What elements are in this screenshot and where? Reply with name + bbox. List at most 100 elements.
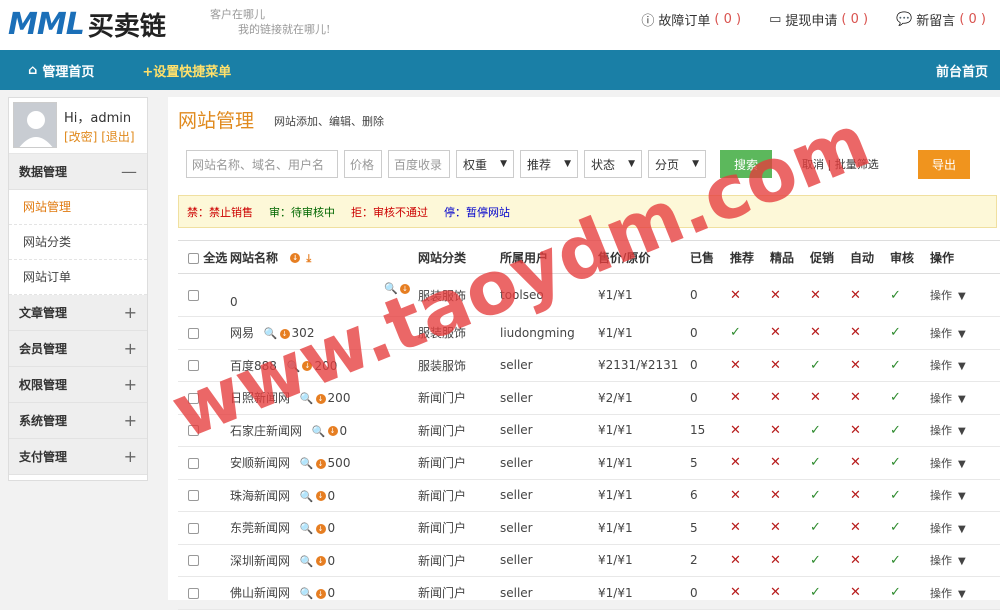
sidebar-item-site-manage[interactable]: 网站管理 — [9, 190, 147, 225]
row-select[interactable] — [178, 479, 230, 512]
promo-flag[interactable]: ✕ — [810, 381, 850, 415]
search-icon[interactable]: 🔍 — [384, 282, 398, 295]
auto-flag[interactable]: ✕ — [850, 544, 890, 577]
row-checkbox[interactable] — [188, 290, 199, 301]
promo-flag[interactable]: ✕ — [810, 316, 850, 350]
site-name[interactable]: 百度888 — [230, 359, 277, 373]
premium-flag[interactable]: ✕ — [770, 544, 810, 577]
review-flag[interactable]: ✓ — [890, 273, 930, 317]
row-select[interactable] — [178, 316, 230, 350]
download-icon[interactable]: ⤓ — [306, 252, 311, 265]
recommend-flag[interactable]: ✓ — [730, 316, 770, 350]
row-checkbox[interactable] — [188, 360, 199, 372]
search-icon[interactable]: 🔍 — [300, 457, 314, 470]
review-flag[interactable]: ✓ — [890, 479, 930, 512]
review-flag[interactable]: ✓ — [890, 446, 930, 480]
sidebar-item-site-orders[interactable]: 网站订单 — [9, 260, 147, 295]
promo-flag[interactable]: ✕ — [810, 273, 850, 317]
sidebar-group-system[interactable]: 系统管理 + — [9, 403, 147, 439]
site-name[interactable]: 东莞新闻网 — [230, 521, 290, 535]
export-button[interactable]: 导出 — [918, 150, 970, 179]
search-icon[interactable]: 🔍 — [312, 425, 326, 438]
review-flag[interactable]: ✓ — [890, 576, 930, 610]
sort-icon[interactable]: ↓ — [290, 253, 301, 263]
nav-home[interactable]: ⌂ 管理首页 — [28, 61, 94, 80]
recommend-select[interactable]: 推荐 ▼ — [520, 150, 578, 178]
premium-flag[interactable]: ✕ — [770, 349, 810, 382]
actions-dropdown[interactable]: 操作 ▼ — [930, 576, 1000, 610]
actions-dropdown[interactable]: 操作 ▼ — [930, 446, 1000, 480]
recommend-flag[interactable]: ✕ — [730, 414, 770, 447]
promo-flag[interactable]: ✓ — [810, 511, 850, 545]
recommend-flag[interactable]: ✕ — [730, 479, 770, 512]
row-checkbox[interactable] — [188, 555, 199, 567]
premium-flag[interactable]: ✕ — [770, 576, 810, 610]
select-all-checkbox[interactable] — [188, 252, 199, 264]
search-icon[interactable]: 🔍 — [300, 587, 314, 600]
row-checkbox[interactable] — [188, 457, 199, 469]
search-icon[interactable]: 🔍 — [264, 327, 278, 340]
sidebar-group-payment[interactable]: 支付管理 + — [9, 439, 147, 475]
premium-flag[interactable]: ✕ — [770, 414, 810, 447]
withdraw-requests-link[interactable]: ▭ 提现申请 ( 0 ) — [769, 10, 868, 29]
review-flag[interactable]: ✓ — [890, 381, 930, 415]
row-select[interactable] — [178, 414, 230, 447]
row-select[interactable] — [178, 511, 230, 545]
site-name[interactable]: 佛山新闻网 — [230, 586, 290, 600]
sidebar-item-site-category[interactable]: 网站分类 — [9, 225, 147, 260]
review-flag[interactable]: ✓ — [890, 414, 930, 447]
sidebar-group-data[interactable]: 数据管理 — — [9, 154, 147, 190]
batch-filter-link[interactable]: 批量筛选 — [835, 158, 879, 171]
change-password-link[interactable]: [改密] — [64, 130, 97, 144]
site-name[interactable]: 石家庄新闻网 — [230, 424, 302, 438]
promo-flag[interactable]: ✓ — [810, 414, 850, 447]
actions-dropdown[interactable]: 操作 ▼ — [930, 544, 1000, 577]
actions-dropdown[interactable]: 操作 ▼ — [930, 479, 1000, 512]
auto-flag[interactable]: ✕ — [850, 479, 890, 512]
weight-select[interactable]: 权重 ▼ — [456, 150, 514, 178]
premium-flag[interactable]: ✕ — [770, 381, 810, 415]
row-select[interactable] — [178, 544, 230, 577]
price-input[interactable]: 价格 — [344, 150, 382, 178]
site-name[interactable]: 日照新闻网 — [230, 391, 290, 405]
recommend-flag[interactable]: ✕ — [730, 446, 770, 480]
auto-flag[interactable]: ✕ — [850, 511, 890, 545]
auto-flag[interactable]: ✕ — [850, 273, 890, 317]
recommend-flag[interactable]: ✕ — [730, 381, 770, 415]
row-checkbox[interactable] — [188, 490, 199, 502]
actions-dropdown[interactable]: 操作 ▼ — [930, 273, 1000, 317]
auto-flag[interactable]: ✕ — [850, 381, 890, 415]
auto-flag[interactable]: ✕ — [850, 349, 890, 382]
actions-dropdown[interactable]: 操作 ▼ — [930, 414, 1000, 447]
auto-flag[interactable]: ✕ — [850, 576, 890, 610]
site-name[interactable]: 深圳新闻网 — [230, 554, 290, 568]
premium-flag[interactable]: ✕ — [770, 511, 810, 545]
search-icon[interactable]: 🔍 — [300, 555, 314, 568]
fault-orders-link[interactable]: ⓘ 故障订单 ( 0 ) — [641, 10, 741, 29]
baidu-index-input[interactable]: 百度收录 — [388, 150, 450, 178]
actions-dropdown[interactable]: 操作 ▼ — [930, 349, 1000, 382]
row-select[interactable] — [178, 381, 230, 415]
logout-link[interactable]: [退出] — [101, 130, 134, 144]
review-flag[interactable]: ✓ — [890, 544, 930, 577]
recommend-flag[interactable]: ✕ — [730, 349, 770, 382]
row-checkbox[interactable] — [188, 327, 199, 339]
row-select[interactable] — [178, 576, 230, 610]
sidebar-group-permissions[interactable]: 权限管理 + — [9, 367, 147, 403]
recommend-flag[interactable]: ✕ — [730, 273, 770, 317]
page-select[interactable]: 分页 ▼ — [648, 150, 706, 178]
search-icon[interactable]: 🔍 — [300, 490, 314, 503]
promo-flag[interactable]: ✓ — [810, 544, 850, 577]
row-checkbox[interactable] — [188, 587, 199, 599]
promo-flag[interactable]: ✓ — [810, 479, 850, 512]
premium-flag[interactable]: ✕ — [770, 273, 810, 317]
site-name[interactable]: 安顺新闻网 — [230, 456, 290, 470]
actions-dropdown[interactable]: 操作 ▼ — [930, 381, 1000, 415]
nav-quick-menu[interactable]: +设置快捷菜单 — [142, 61, 231, 80]
auto-flag[interactable]: ✕ — [850, 316, 890, 350]
review-flag[interactable]: ✓ — [890, 349, 930, 382]
actions-dropdown[interactable]: 操作 ▼ — [930, 511, 1000, 545]
auto-flag[interactable]: ✕ — [850, 414, 890, 447]
search-icon[interactable]: 🔍 — [300, 392, 314, 405]
recommend-flag[interactable]: ✕ — [730, 511, 770, 545]
